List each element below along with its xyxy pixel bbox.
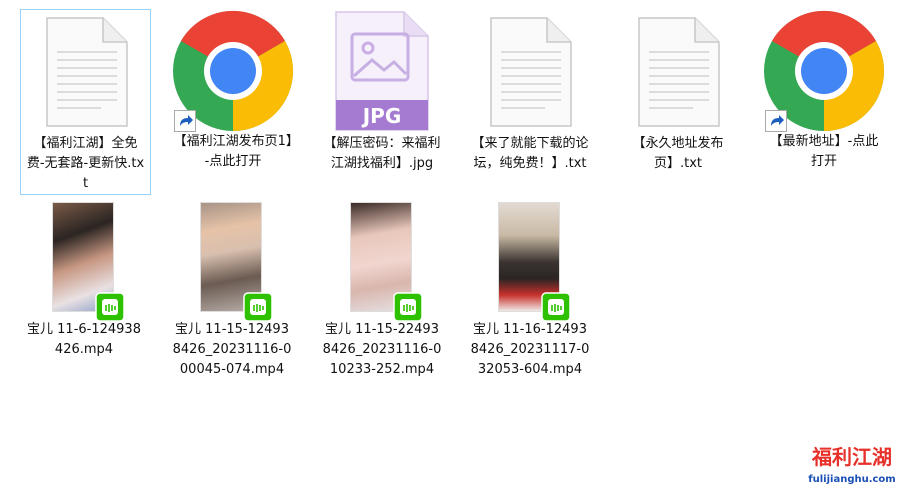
video-thumbnail [347,202,417,314]
file-label: 宝儿 11-15-124938426_20231116-000045-074.m… [172,322,292,377]
file-item-txt-2[interactable]: 【来了就能下载的论坛，纯免费！】.txt [466,10,594,174]
file-item-video-1[interactable]: 宝儿 11-6-124938426.mp4 [20,202,148,360]
file-item-chrome-shortcut-2[interactable]: 【最新地址】-点此打开 [760,10,888,172]
file-item-video-2[interactable]: 宝儿 11-15-124938426_20231116-000045-074.m… [168,202,296,380]
shortcut-arrow-icon [174,110,196,132]
file-item-txt-3[interactable]: 【永久地址发布页】.txt [614,10,742,174]
video-thumbnail [197,202,267,314]
text-file-icon [485,16,575,128]
file-label: 【福利江湖】全免费-无套路-更新快.txt [26,136,145,191]
file-label: 宝儿 11-15-224938426_20231116-010233-252.m… [322,322,442,377]
file-label: 【最新地址】-点此打开 [769,134,879,169]
wechat-icon [393,292,423,322]
file-item-jpg[interactable]: JPG 【解压密码：来福利江湖找福利】.jpg [318,10,446,174]
watermark-logo: 福利江湖 fulijianghu.com [808,445,895,485]
wechat-icon [541,292,571,322]
file-item-video-4[interactable]: 宝儿 11-16-124938426_20231117-032053-604.m… [466,202,594,380]
video-thumbnail [49,202,119,314]
file-label: 【永久地址发布页】.txt [632,136,724,171]
file-item-video-3[interactable]: 宝儿 11-15-224938426_20231116-010233-252.m… [318,202,446,380]
file-label: 【来了就能下载的论坛，纯免费！】.txt [471,136,589,171]
chrome-icon [172,10,294,132]
text-file-icon [41,16,131,128]
file-label: 【解压密码：来福利江湖找福利】.jpg [323,136,441,171]
file-label: 【福利江湖发布页1】-点此打开 [173,134,293,169]
file-item-txt-1[interactable]: 【福利江湖】全免费-无套路-更新快.txt [20,9,151,195]
shortcut-arrow-icon [765,110,787,132]
file-label: 宝儿 11-6-124938426.mp4 [27,322,141,357]
wechat-icon [243,292,273,322]
file-item-chrome-shortcut-1[interactable]: 【福利江湖发布页1】-点此打开 [169,10,297,172]
video-thumbnail [495,202,565,314]
file-label: 宝儿 11-16-124938426_20231117-032053-604.m… [470,322,590,377]
jpg-file-icon: JPG [334,10,430,132]
jpg-badge-text: JPG [361,104,402,128]
wechat-icon [95,292,125,322]
chrome-icon [763,10,885,132]
watermark-url: fulijianghu.com [808,474,895,485]
text-file-icon [633,16,723,128]
watermark-title: 福利江湖 [811,445,892,469]
